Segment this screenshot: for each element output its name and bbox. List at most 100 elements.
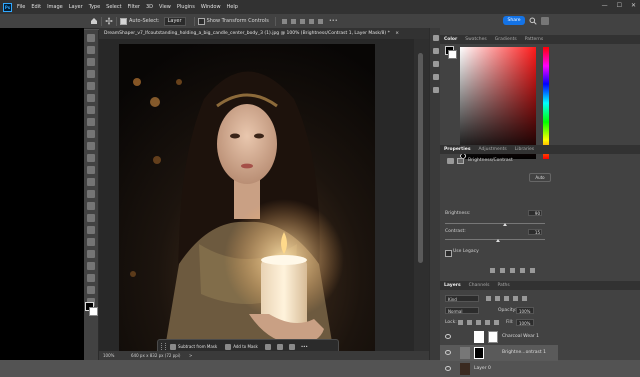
eraser-tool-icon[interactable] [87,178,95,186]
use-legacy-checkbox[interactable] [445,250,452,257]
gradient-tool-icon[interactable] [87,190,95,198]
document-tab[interactable]: DreamShaper_v7_Ifcoutstanding_holding_a_… [99,28,429,39]
layer-row-selected[interactable]: Brightne...ontrast 1 [440,345,558,361]
visibility-icon[interactable] [520,268,525,273]
add-to-mask-button[interactable]: Add to Mask [225,343,258,350]
healing-brush-tool-icon[interactable] [87,130,95,138]
clone-stamp-tool-icon[interactable] [87,154,95,162]
menu-window[interactable]: Window [201,4,221,10]
lock-position-icon[interactable] [476,320,481,325]
zoom-tool-icon[interactable] [87,286,95,294]
close-tab-icon[interactable]: × [395,31,399,36]
lock-transparent-icon[interactable] [458,320,463,325]
invert-mask-icon[interactable] [264,343,271,350]
tab-channels[interactable]: Channels [465,283,494,288]
blur-tool-icon[interactable] [87,202,95,210]
layer-row[interactable]: Charcoal Wear 1 [440,329,558,345]
layer-row[interactable]: Layer 0 [440,361,558,377]
tab-libraries[interactable]: Libraries [511,147,538,152]
marquee-tool-icon[interactable] [87,58,95,66]
rectangle-tool-icon[interactable] [87,262,95,270]
workspace-icon[interactable] [541,17,549,25]
history-panel-icon[interactable] [432,35,439,41]
brightness-slider-thumb[interactable] [503,223,507,226]
vertical-scrollbar[interactable] [414,39,429,351]
actions-panel-icon[interactable] [432,48,439,54]
type-tool-icon[interactable] [87,238,95,246]
brush-tool-icon[interactable] [87,142,95,150]
paragraph-panel-icon[interactable] [432,74,439,80]
search-icon[interactable] [529,17,537,25]
tab-swatches[interactable]: Swatches [461,37,491,42]
layer-name[interactable]: Layer 0 [474,361,491,377]
object-select-tool-icon[interactable] [87,82,95,90]
scrollbar-thumb[interactable] [418,53,423,263]
dodge-tool-icon[interactable] [87,214,95,222]
tab-color[interactable]: Color [440,37,461,42]
lasso-tool-icon[interactable] [87,70,95,78]
artboard-tool-icon[interactable] [87,46,95,54]
filter-adjustment-icon[interactable] [495,296,500,301]
filter-smart-object-icon[interactable] [522,296,527,301]
frame-tool-icon[interactable] [87,106,95,114]
tab-properties[interactable]: Properties [440,147,475,152]
view-mask-icon[interactable] [288,343,295,350]
filter-type-icon[interactable] [504,296,509,301]
contrast-slider-thumb[interactable] [496,239,500,242]
lock-artboard-icon[interactable] [485,320,490,325]
status-menu-arrow[interactable]: > [189,351,192,360]
document-image[interactable] [119,44,375,354]
align-icon[interactable] [299,18,305,24]
pen-tool-icon[interactable] [87,226,95,234]
menu-help[interactable]: Help [227,4,238,10]
contrast-slider[interactable] [445,239,545,240]
reset-icon[interactable] [510,268,515,273]
hue-slider[interactable] [543,47,549,159]
layer-kind-filter[interactable]: Kind [445,295,479,302]
more-button[interactable]: ••• [301,344,308,349]
path-selection-tool-icon[interactable] [87,250,95,258]
view-previous-icon[interactable] [500,268,505,273]
mask-icon[interactable] [457,158,464,164]
align-icon[interactable] [317,18,323,24]
close-button[interactable]: ✕ [631,2,636,9]
zoom-level[interactable]: 100% [103,351,114,360]
clip-to-layer-icon[interactable] [490,268,495,273]
background-color[interactable] [89,307,98,316]
fill-input[interactable]: 100% [516,319,534,326]
opacity-input[interactable]: 100% [516,307,534,314]
menu-edit[interactable]: Edit [31,4,41,10]
menu-plugins[interactable]: Plugins [177,4,195,10]
visibility-eye-icon[interactable] [445,350,451,355]
tab-adjustments[interactable]: Adjustments [475,147,511,152]
blend-mode-dropdown[interactable]: Normal [445,307,479,314]
subtract-from-mask-button[interactable]: Subtract from Mask [170,343,217,350]
history-brush-tool-icon[interactable] [87,166,95,174]
character-panel-icon[interactable] [432,61,439,67]
auto-button[interactable]: Auto [529,173,551,182]
menu-file[interactable]: File [17,4,25,10]
filter-shape-icon[interactable] [513,296,518,301]
drag-handle[interactable] [161,343,166,350]
menu-layer[interactable]: Layer [69,4,83,10]
fill-mask-icon[interactable] [276,343,283,350]
share-button[interactable]: Share [503,16,525,25]
menu-filter[interactable]: Filter [128,4,140,10]
move-tool-icon[interactable] [105,17,113,25]
color-swatches[interactable] [85,302,98,316]
tab-patterns[interactable]: Patterns [521,37,548,42]
visibility-eye-icon[interactable] [445,366,451,371]
menu-select[interactable]: Select [106,4,121,10]
hand-tool-icon[interactable] [87,274,95,282]
glyphs-panel-icon[interactable] [432,87,439,93]
crop-tool-icon[interactable] [87,94,95,102]
minimize-button[interactable]: — [602,2,608,9]
align-icon[interactable] [308,18,314,24]
auto-select-checkbox[interactable] [120,17,127,25]
menu-image[interactable]: Image [47,4,63,10]
visibility-eye-icon[interactable] [445,334,451,339]
maximize-button[interactable]: ☐ [617,2,622,9]
layer-name[interactable]: Charcoal Wear 1 [502,329,539,345]
tab-paths[interactable]: Paths [493,283,513,288]
auto-select-dropdown[interactable]: Layer [163,16,186,26]
